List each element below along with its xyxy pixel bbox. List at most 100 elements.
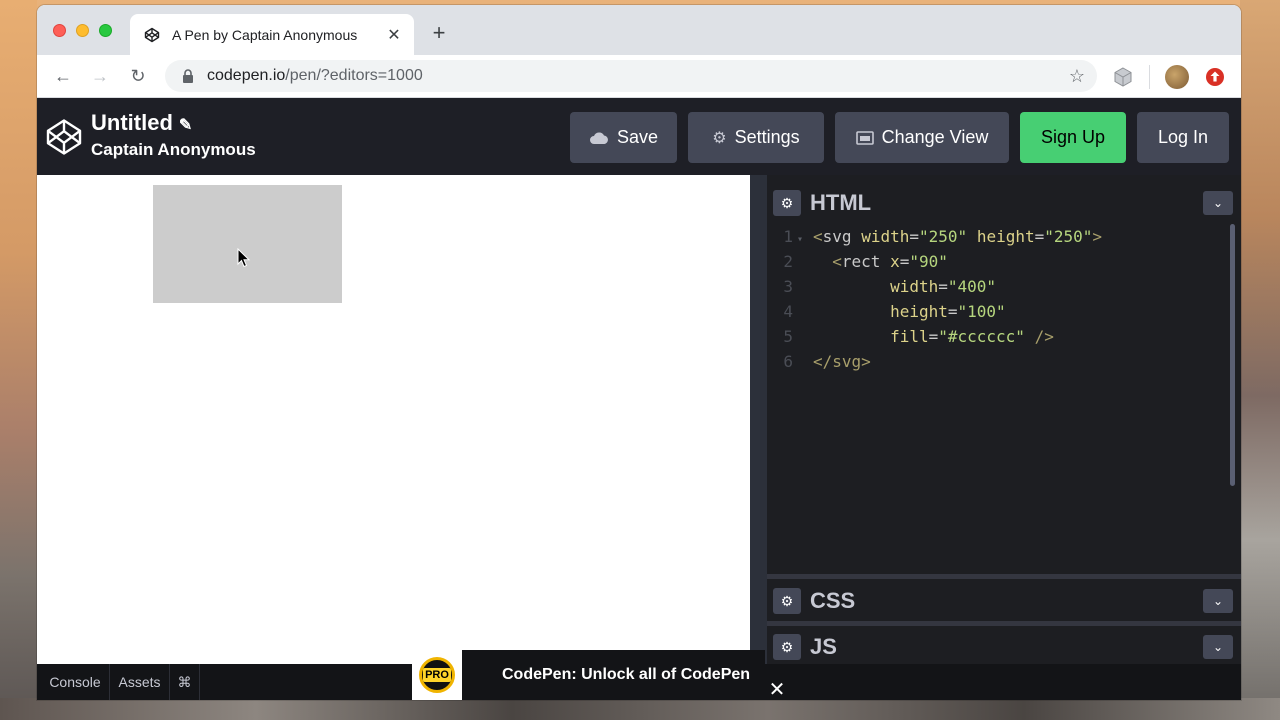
bookmark-star-icon[interactable]: ☆ bbox=[1069, 66, 1085, 87]
codepen-favicon-icon bbox=[144, 27, 160, 42]
code-line: 3 width="400" bbox=[767, 274, 1241, 299]
window-minimize-button[interactable] bbox=[76, 24, 89, 37]
pen-title[interactable]: Untitled ✎ bbox=[91, 110, 192, 136]
change-view-button-label: Change View bbox=[881, 127, 989, 147]
code-line: 2 <rect x="90" bbox=[767, 249, 1241, 274]
code-token: </svg> bbox=[813, 352, 871, 371]
pen-title-text: Untitled bbox=[91, 110, 173, 135]
tab-close-icon[interactable]: ✕ bbox=[382, 25, 406, 45]
forward-icon[interactable]: → bbox=[88, 64, 112, 88]
codepen-header: Untitled ✎ Captain Anonymous Save ⚙ Setti… bbox=[37, 98, 1241, 175]
assets-button[interactable]: Assets bbox=[109, 664, 169, 700]
css-editor-header[interactable]: ⚙ CSS ⌄ bbox=[767, 580, 1241, 622]
code-line: 4 height="100" bbox=[767, 299, 1241, 324]
back-icon[interactable]: ← bbox=[51, 64, 75, 88]
log-in-button-label: Log In bbox=[1157, 127, 1209, 147]
update-arrow-icon[interactable] bbox=[1203, 65, 1227, 89]
promo-close-icon[interactable]: ✕ bbox=[765, 678, 789, 700]
pro-badge-label: PRO bbox=[423, 668, 451, 682]
window-zoom-button[interactable] bbox=[99, 24, 112, 37]
sign-up-button-label: Sign Up bbox=[1040, 127, 1106, 147]
pen-author: Captain Anonymous bbox=[91, 140, 256, 159]
address-bar[interactable]: codepen.io/pen/?editors=1000 ☆ bbox=[165, 60, 1097, 92]
layout-view-icon bbox=[855, 130, 874, 145]
profile-avatar[interactable] bbox=[1165, 65, 1189, 89]
code-token: fill bbox=[890, 327, 929, 346]
js-editor-header[interactable]: ⚙ JS ⌄ bbox=[767, 626, 1241, 668]
url-host: codepen.io bbox=[207, 67, 286, 84]
html-code-editor[interactable]: 1 ▾ <svg width="250" height="250"> 2 <rect… bbox=[767, 224, 1241, 574]
log-in-button[interactable]: Log In bbox=[1137, 112, 1229, 163]
code-token: height bbox=[890, 302, 948, 321]
browser-window: A Pen by Captain Anonymous ✕ + ← → ↻ cod… bbox=[37, 5, 1241, 700]
url-path: /pen/?editors=1000 bbox=[285, 67, 423, 84]
console-button[interactable]: Console bbox=[41, 664, 109, 700]
code-token: height bbox=[976, 227, 1035, 246]
html-editor-header[interactable]: ⚙ HTML ⌄ bbox=[767, 182, 1241, 224]
css-editor-title: CSS bbox=[810, 588, 856, 613]
code-line: 5 fill="#cccccc" /> bbox=[767, 324, 1241, 349]
sign-up-button[interactable]: Sign Up bbox=[1020, 112, 1126, 163]
edit-pencil-icon[interactable]: ✎ bbox=[179, 117, 192, 134]
preview-pane[interactable] bbox=[37, 175, 750, 669]
promo-text: CodePen: Unlock all of CodePen bbox=[502, 666, 751, 683]
lock-icon bbox=[183, 69, 193, 83]
code-token: width bbox=[890, 277, 939, 296]
code-token: "90" bbox=[909, 252, 948, 271]
code-token: svg bbox=[822, 227, 852, 246]
js-settings-gear-icon[interactable]: ⚙ bbox=[773, 634, 801, 660]
code-token: < bbox=[832, 252, 842, 271]
css-settings-gear-icon[interactable]: ⚙ bbox=[773, 588, 801, 614]
editors-panel: ⚙ HTML ⌄ 1 ▾ <svg width="250" height="250"… bbox=[767, 175, 1241, 700]
line-number: 4 bbox=[783, 302, 793, 321]
code-line: 1 ▾ <svg width="250" height="250"> bbox=[767, 224, 1241, 249]
preview-rect bbox=[153, 185, 342, 303]
pro-promo-banner[interactable]: PRO CodePen: Unlock all of CodePen bbox=[412, 650, 765, 700]
pro-badge-box: PRO bbox=[412, 650, 462, 700]
line-number: 6 bbox=[783, 352, 793, 371]
code-token: width bbox=[861, 227, 910, 246]
browser-tab[interactable]: A Pen by Captain Anonymous ✕ bbox=[130, 14, 414, 55]
html-settings-gear-icon[interactable]: ⚙ bbox=[773, 190, 801, 216]
code-token: < bbox=[813, 227, 823, 246]
js-editor-title: JS bbox=[810, 634, 837, 659]
code-token: "250" bbox=[919, 227, 968, 246]
css-collapse-chevron-icon[interactable]: ⌄ bbox=[1203, 589, 1233, 613]
code-token: > bbox=[1092, 227, 1103, 246]
settings-button[interactable]: ⚙ Settings bbox=[688, 112, 824, 163]
code-token: "100" bbox=[957, 302, 1006, 321]
line-number: 5 bbox=[783, 327, 793, 346]
html-collapse-chevron-icon[interactable]: ⌄ bbox=[1203, 191, 1233, 215]
browser-toolbar: ← → ↻ codepen.io/pen/?editors=1000 ☆ bbox=[37, 55, 1241, 98]
settings-button-label: Settings bbox=[734, 127, 800, 147]
save-button-label: Save bbox=[616, 127, 659, 147]
save-button[interactable]: Save bbox=[570, 112, 677, 163]
code-token: /> bbox=[1034, 327, 1054, 346]
html-editor-title: HTML bbox=[810, 190, 872, 215]
reload-icon[interactable]: ↻ bbox=[126, 64, 150, 88]
line-number: 1 bbox=[783, 227, 793, 246]
window-close-button[interactable] bbox=[53, 24, 66, 37]
pro-badge-icon: PRO bbox=[419, 657, 455, 693]
line-number: 3 bbox=[783, 277, 793, 296]
extension-cube-icon[interactable] bbox=[1111, 65, 1135, 89]
code-token: x bbox=[890, 252, 900, 271]
code-token: "400" bbox=[947, 277, 997, 296]
editor-scrollbar[interactable] bbox=[1230, 224, 1235, 486]
tab-title: A Pen by Captain Anonymous bbox=[172, 26, 358, 43]
js-collapse-chevron-icon[interactable]: ⌄ bbox=[1203, 635, 1233, 659]
code-token: "#cccccc" bbox=[938, 327, 1025, 346]
change-view-button[interactable]: Change View bbox=[835, 112, 1009, 163]
codepen-logo-icon[interactable] bbox=[45, 118, 83, 156]
mouse-cursor-icon bbox=[237, 248, 251, 268]
editor-divider[interactable] bbox=[767, 574, 1241, 579]
pane-resizer[interactable] bbox=[750, 175, 767, 700]
cloud-icon bbox=[589, 132, 608, 144]
tab-strip: A Pen by Captain Anonymous ✕ + bbox=[37, 5, 1241, 55]
desktop-background-right bbox=[1240, 0, 1280, 720]
desktop-background-left bbox=[0, 0, 37, 720]
new-tab-icon[interactable]: + bbox=[427, 20, 451, 46]
url-text: codepen.io/pen/?editors=1000 bbox=[207, 67, 423, 85]
gear-icon: ⚙ bbox=[712, 129, 727, 147]
shortcuts-button[interactable]: ⌘ bbox=[169, 664, 200, 700]
